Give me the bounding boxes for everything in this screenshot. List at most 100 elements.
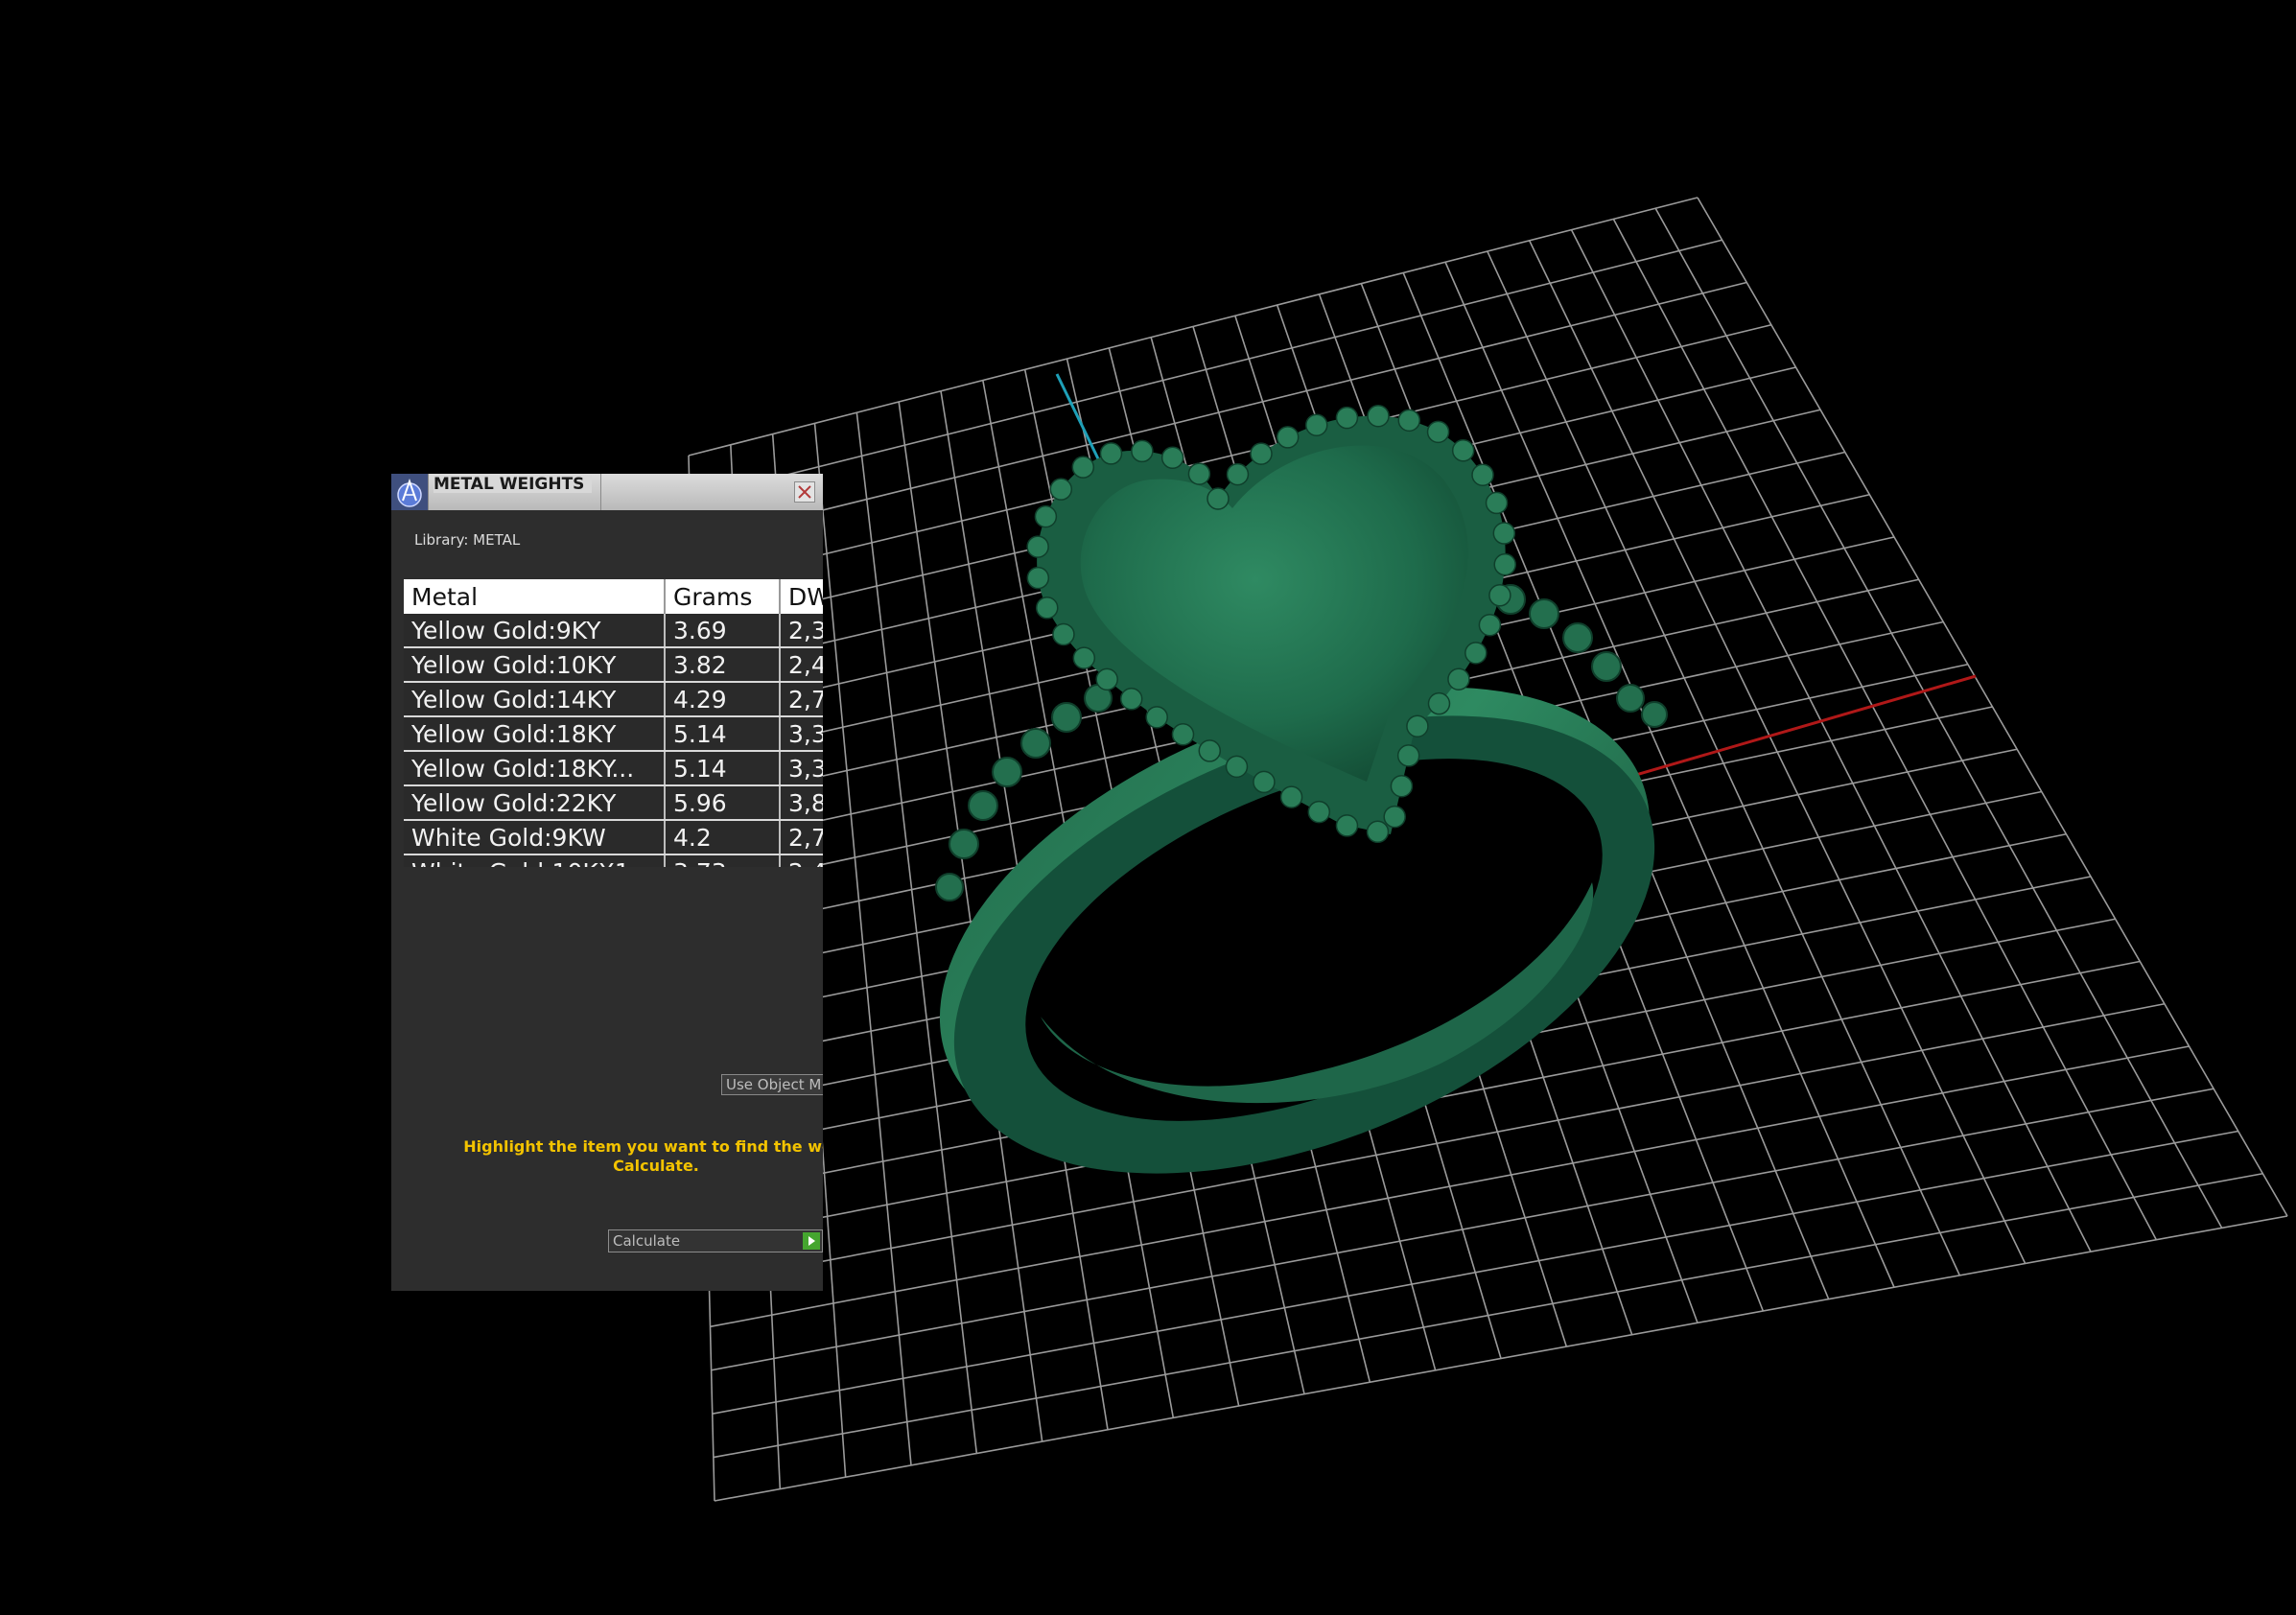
- cell-metal: Yellow Gold:9KY: [404, 614, 666, 648]
- grid-line: [1654, 207, 2223, 1229]
- halo-stone: [1492, 522, 1516, 545]
- table-row[interactable]: White Gold:10KX13.732,4: [404, 854, 823, 867]
- play-arrow-icon[interactable]: [803, 1232, 820, 1250]
- table-row[interactable]: White Gold:9KW 4.2 2,7: [404, 820, 823, 855]
- app-logo-icon: [391, 474, 429, 510]
- table-row[interactable]: Yellow Gold:18KY 5.14 3,3: [404, 716, 823, 752]
- halo-stone: [1427, 691, 1451, 715]
- calculate-label: Calculate: [613, 1232, 681, 1250]
- cell-metal: Yellow Gold:22KY: [404, 785, 666, 821]
- cell-dw: 2,7: [780, 820, 823, 855]
- halo-stone: [1471, 463, 1494, 486]
- cell-dw: 2,4: [780, 647, 823, 683]
- halo-stone: [1390, 775, 1414, 798]
- halo-stone: [1493, 552, 1516, 576]
- halo-stone: [1071, 456, 1095, 479]
- table-row[interactable]: Yellow Gold:9KY 3.69 2,3: [404, 614, 823, 648]
- halo-stone: [1095, 667, 1118, 691]
- column-header-dw[interactable]: DW: [780, 579, 823, 614]
- titlebar-divider: [600, 474, 601, 510]
- use-object-button[interactable]: Use Object M: [721, 1074, 823, 1095]
- dialog-title: METAL WEIGHTS: [433, 476, 593, 493]
- halo-stone: [1034, 504, 1058, 528]
- halo-stone: [1307, 800, 1331, 824]
- cell-dw: 2,4: [780, 854, 823, 867]
- halo-stone: [1026, 535, 1049, 558]
- halo-stone: [1145, 706, 1168, 729]
- grid-line: [688, 197, 1699, 456]
- halo-stone: [1119, 688, 1143, 711]
- close-icon: [798, 485, 811, 499]
- halo-stone: [1383, 805, 1406, 829]
- cell-dw: 2,3: [780, 614, 823, 648]
- cell-dw: 3,8: [780, 785, 823, 821]
- halo-stone: [1036, 597, 1059, 620]
- halo-stone: [1226, 462, 1250, 486]
- cell-metal: Yellow Gold:14KY: [404, 682, 666, 717]
- halo-stone: [1026, 566, 1050, 590]
- 3d-viewport[interactable]: [0, 0, 2296, 1615]
- cell-metal: Yellow Gold:18KY: [404, 716, 666, 752]
- cell-metal: White Gold:10KX1: [404, 854, 666, 867]
- halo-stone: [1464, 642, 1488, 665]
- halo-stone: [1072, 646, 1096, 669]
- halo-stone: [1171, 723, 1195, 746]
- cell-grams: 4.2: [665, 820, 781, 855]
- halo-stone: [1335, 406, 1359, 430]
- metal-weights-table[interactable]: Metal Grams DW Yellow Gold:9KY3.692,3Yel…: [404, 579, 823, 867]
- halo-stone: [1426, 420, 1450, 444]
- column-header-grams[interactable]: Grams: [665, 579, 781, 614]
- table-header-row: Metal Grams DW: [404, 579, 823, 614]
- halo-stone: [1225, 755, 1249, 779]
- column-header-metal[interactable]: Metal: [404, 579, 666, 614]
- table-row[interactable]: Yellow Gold:22KY 5.96 3,8: [404, 785, 823, 821]
- halo-stone: [1305, 413, 1328, 436]
- cell-dw: 3,3: [780, 751, 823, 786]
- table-row[interactable]: Yellow Gold:18KY... 5.14 3,3: [404, 751, 823, 786]
- table-row[interactable]: Yellow Gold:14KY 4.29 2,7: [404, 682, 823, 717]
- cell-grams: 3.69: [665, 614, 781, 648]
- halo-stone: [1367, 404, 1390, 428]
- calculate-button[interactable]: Calculate: [608, 1229, 823, 1252]
- cell-grams: 5.96: [665, 785, 781, 821]
- cell-grams: 3.73: [665, 854, 781, 867]
- halo-stone: [1198, 739, 1222, 762]
- cell-dw: 2,7: [780, 682, 823, 717]
- metal-weights-dialog: METAL WEIGHTS Library: METAL Metal Grams…: [391, 474, 823, 1291]
- cell-grams: 3.82: [665, 647, 781, 683]
- halo-stone: [1397, 409, 1421, 433]
- halo-stone: [1366, 820, 1390, 844]
- halo-stone: [1099, 442, 1123, 465]
- halo-stone: [1478, 613, 1502, 637]
- grid-line: [1612, 219, 2158, 1241]
- halo-stone: [1276, 426, 1300, 449]
- library-label: Library: METAL: [414, 531, 521, 549]
- halo-stone: [1052, 622, 1075, 646]
- cell-metal: Yellow Gold:18KY...: [404, 751, 666, 786]
- halo-stone: [1447, 667, 1470, 690]
- grid-line: [689, 239, 1722, 501]
- halo-stone: [1131, 439, 1154, 463]
- instructions-line-2: Calculate.: [613, 1157, 699, 1175]
- halo-stone: [1250, 442, 1273, 465]
- instructions-line-1: Highlight the item you want to find the …: [463, 1137, 823, 1156]
- halo-stone: [1451, 439, 1475, 462]
- instructions-text: Highlight the item you want to find the …: [445, 1137, 823, 1176]
- halo-stone: [1279, 785, 1303, 808]
- close-button[interactable]: [794, 481, 815, 503]
- halo-stone: [1485, 491, 1509, 515]
- halo-stone: [1253, 770, 1276, 794]
- grid-line: [1697, 197, 2288, 1217]
- halo-stone: [1160, 446, 1184, 470]
- cell-metal: Yellow Gold:10KY: [404, 647, 666, 683]
- halo-stone: [1335, 814, 1359, 837]
- cell-grams: 5.14: [665, 751, 781, 786]
- halo-stone: [1207, 487, 1230, 510]
- cell-grams: 4.29: [665, 682, 781, 717]
- cell-metal: White Gold:9KW: [404, 820, 666, 855]
- cell-grams: 5.14: [665, 716, 781, 752]
- halo-stone: [1396, 744, 1420, 767]
- dialog-titlebar[interactable]: METAL WEIGHTS: [391, 474, 823, 510]
- table-row[interactable]: Yellow Gold:10KY 3.82 2,4: [404, 647, 823, 683]
- cell-dw: 3,3: [780, 716, 823, 752]
